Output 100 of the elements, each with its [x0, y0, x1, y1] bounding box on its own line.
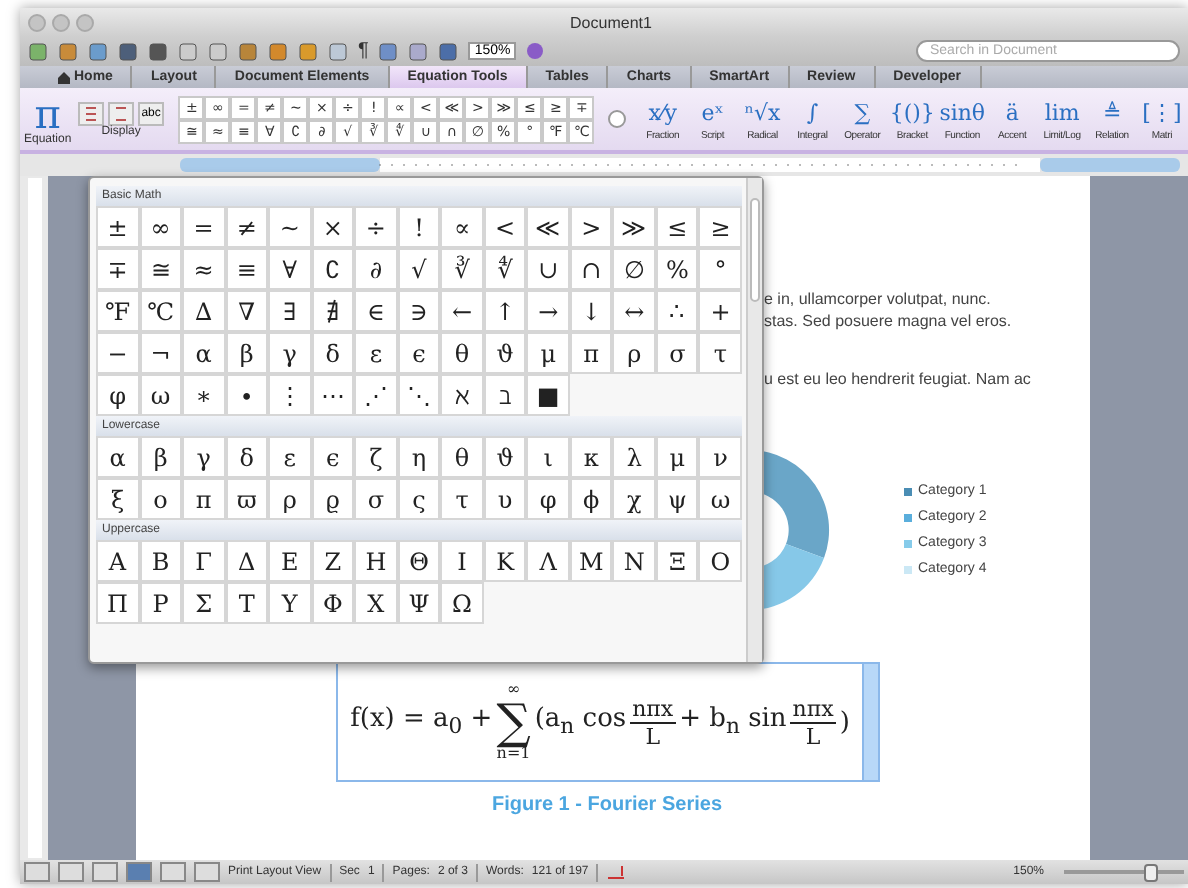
- symbol-button[interactable]: ∴: [655, 290, 699, 332]
- symbol-button[interactable]: ρ: [268, 478, 312, 520]
- symbol-button[interactable]: ∁: [311, 248, 355, 290]
- symbol-button[interactable]: Υ: [268, 582, 312, 624]
- symbol-button[interactable]: ¬: [139, 332, 183, 374]
- symbol-button[interactable]: Β: [139, 540, 183, 582]
- symbol-button[interactable]: Η: [354, 540, 398, 582]
- symbol-button[interactable]: π: [182, 478, 226, 520]
- symbol-button[interactable]: α: [96, 436, 140, 478]
- symbol-button[interactable]: ο: [139, 478, 183, 520]
- symbol-button[interactable]: Χ: [354, 582, 398, 624]
- symbol-button[interactable]: ∙: [225, 374, 269, 416]
- symbol-button[interactable]: ∪: [526, 248, 570, 290]
- symbol-button[interactable]: →: [526, 290, 570, 332]
- symbol-button[interactable]: Μ: [569, 540, 613, 582]
- symbol-button[interactable]: β: [139, 436, 183, 478]
- professional-button[interactable]: [77, 101, 104, 125]
- symbol-button[interactable]: Σ: [182, 582, 226, 624]
- help-icon[interactable]: [526, 42, 545, 60]
- symbol-button[interactable]: τ: [440, 478, 484, 520]
- symbols-menu-button[interactable]: [608, 110, 627, 128]
- view-button[interactable]: [92, 862, 118, 882]
- symbol-button[interactable]: ∈: [354, 290, 398, 332]
- symbol-button[interactable]: ∝: [440, 206, 484, 248]
- symbol-button[interactable]: =: [182, 206, 226, 248]
- symbol-button[interactable]: Δ: [225, 540, 269, 582]
- symbol-button[interactable]: ℉: [96, 290, 140, 332]
- symbol-button[interactable]: ω: [139, 374, 183, 416]
- symbol-button[interactable]: ∀: [268, 248, 312, 290]
- symbol-button[interactable]: φ: [526, 478, 570, 520]
- symbol-button[interactable]: σ: [354, 478, 398, 520]
- symbol-button[interactable]: ι: [526, 436, 570, 478]
- symbol-button[interactable]: <: [483, 206, 527, 248]
- symbol-button[interactable]: ϕ: [569, 478, 613, 520]
- symbol-button[interactable]: ϑ: [483, 436, 527, 478]
- symbol-button[interactable]: Θ: [397, 540, 441, 582]
- symbol-button[interactable]: ε: [354, 332, 398, 374]
- linear-button[interactable]: [107, 101, 134, 125]
- scrollbar-thumb[interactable]: [750, 198, 760, 302]
- symbol-button[interactable]: Ω: [440, 582, 484, 624]
- view-button[interactable]: [24, 862, 50, 882]
- symbol-button[interactable]: ϱ: [311, 478, 355, 520]
- symbol-button[interactable]: ≤: [655, 206, 699, 248]
- symbol-button[interactable]: ∩: [569, 248, 613, 290]
- equation-button[interactable]: π: [34, 93, 61, 133]
- symbol-button[interactable]: +: [698, 290, 742, 332]
- symbol-button[interactable]: Ε: [268, 540, 312, 582]
- symbol-button[interactable]: ↓: [569, 290, 613, 332]
- symbol-button[interactable]: >: [569, 206, 613, 248]
- symbol-button[interactable]: ϖ: [225, 478, 269, 520]
- symbol-button[interactable]: Γ: [182, 540, 226, 582]
- symbol-button[interactable]: ≫: [612, 206, 656, 248]
- symbol-button[interactable]: Ψ: [397, 582, 441, 624]
- symbol-button[interactable]: ψ: [655, 478, 699, 520]
- symbol-button[interactable]: ∞: [139, 206, 183, 248]
- symbol-button[interactable]: ↑: [483, 290, 527, 332]
- symbol-button[interactable]: ϑ: [483, 332, 527, 374]
- symbol-button[interactable]: ∄: [311, 290, 355, 332]
- symbol-button[interactable]: ρ: [612, 332, 656, 374]
- symbol-button[interactable]: ∇: [225, 290, 269, 332]
- symbol-button[interactable]: ±: [96, 206, 140, 248]
- pilcrow-button[interactable]: ¶: [358, 40, 369, 62]
- symbol-button[interactable]: ~: [268, 206, 312, 248]
- symbol-button[interactable]: ⋮: [268, 374, 312, 416]
- symbol-button[interactable]: ≈: [182, 248, 226, 290]
- symbol-button[interactable]: υ: [483, 478, 527, 520]
- symbol-button[interactable]: σ: [655, 332, 699, 374]
- symbol-button[interactable]: Φ: [311, 582, 355, 624]
- symbol-button[interactable]: ↔: [612, 290, 656, 332]
- symbol-button[interactable]: ∗: [182, 374, 226, 416]
- symbol-button[interactable]: %: [655, 248, 699, 290]
- symbol-button[interactable]: ℃: [139, 290, 183, 332]
- symbol-button[interactable]: π: [569, 332, 613, 374]
- symbol-button[interactable]: ≅: [139, 248, 183, 290]
- view-button[interactable]: [160, 862, 186, 882]
- symbol-button[interactable]: ∂: [354, 248, 398, 290]
- symbol-button[interactable]: ⋱: [397, 374, 441, 416]
- symbol-button[interactable]: μ: [526, 332, 570, 374]
- symbol-button[interactable]: Ρ: [139, 582, 183, 624]
- symbol-button[interactable]: η: [397, 436, 441, 478]
- view-button[interactable]: [58, 862, 84, 882]
- symbol-button[interactable]: λ: [612, 436, 656, 478]
- symbol-button[interactable]: ←: [440, 290, 484, 332]
- symbol-button[interactable]: ⋰: [354, 374, 398, 416]
- symbol-button[interactable]: μ: [655, 436, 699, 478]
- symbol-button[interactable]: ⋯: [311, 374, 355, 416]
- symbol-button[interactable]: θ: [440, 332, 484, 374]
- symbol-button[interactable]: ÷: [354, 206, 398, 248]
- symbol-button[interactable]: Κ: [483, 540, 527, 582]
- symbol-button[interactable]: γ: [268, 332, 312, 374]
- symbol-button[interactable]: ϵ: [311, 436, 355, 478]
- symbol-button[interactable]: τ: [698, 332, 742, 374]
- view-button[interactable]: [194, 862, 220, 882]
- symbol-button[interactable]: Λ: [526, 540, 570, 582]
- symbol-button[interactable]: Ο: [698, 540, 742, 582]
- symbol-button[interactable]: Ι: [440, 540, 484, 582]
- symbol-button[interactable]: α: [182, 332, 226, 374]
- symbol-button[interactable]: δ: [225, 436, 269, 478]
- symbol-button[interactable]: Τ: [225, 582, 269, 624]
- symbol-button[interactable]: ■: [526, 374, 570, 416]
